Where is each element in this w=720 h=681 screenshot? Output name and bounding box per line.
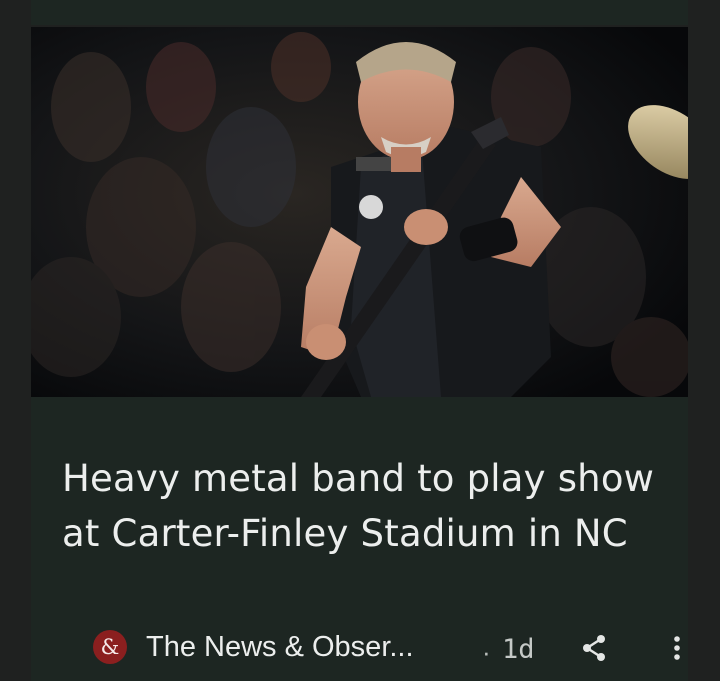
news-card[interactable]: Heavy metal band to play show at Carter-… xyxy=(31,27,688,681)
share-button[interactable] xyxy=(577,630,613,666)
guitarist-photo xyxy=(31,27,688,397)
share-icon xyxy=(583,635,605,661)
previous-card-edge xyxy=(31,0,688,25)
more-vert-icon xyxy=(674,636,680,660)
separator-dot: · xyxy=(482,637,491,667)
article-meta-row: & The News & Obser... · 1d xyxy=(93,623,688,673)
article-headline[interactable]: Heavy metal band to play show at Carter-… xyxy=(62,451,662,561)
source-logo: & xyxy=(93,630,127,664)
article-age: 1d xyxy=(502,634,535,665)
article-image[interactable] xyxy=(31,27,688,397)
source-name[interactable]: The News & Obser... xyxy=(146,630,414,664)
more-options-button[interactable] xyxy=(659,630,688,666)
